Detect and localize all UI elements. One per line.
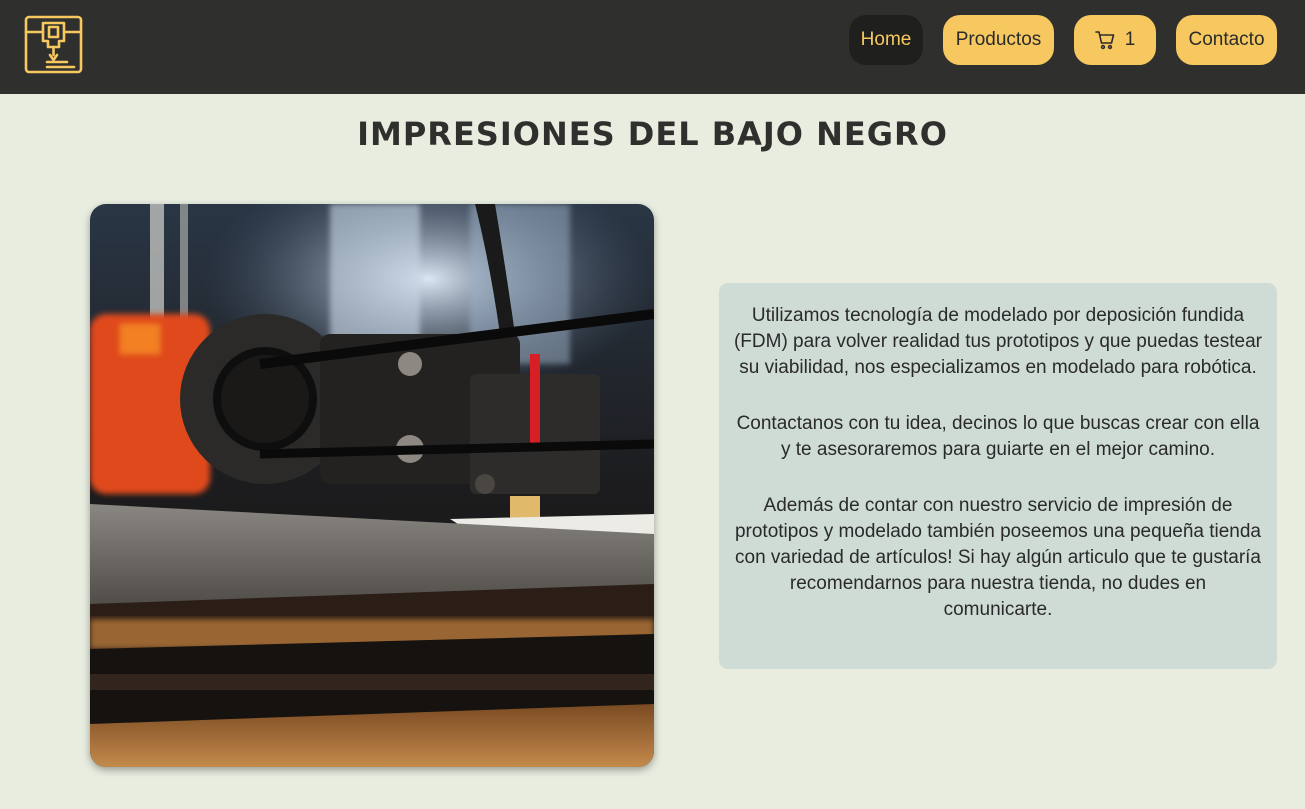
info-paragraph-3: Además de contar con nuestro servicio de…	[734, 495, 1262, 620]
info-box: Utilizamos tecnología de modelado por de…	[719, 283, 1277, 669]
3d-printer-photo	[90, 204, 654, 767]
cart-icon	[1094, 30, 1115, 50]
nav-contacto-label: Contacto	[1188, 29, 1265, 50]
cart-count: 1	[1124, 29, 1136, 50]
nav-contacto-button[interactable]: Contacto	[1176, 15, 1277, 65]
page-title: Impresiones del bajo negro	[357, 115, 948, 153]
printer-logo-icon[interactable]	[24, 15, 83, 74]
nav-home-button[interactable]: Home	[849, 15, 923, 65]
nav-home-label: Home	[860, 29, 912, 50]
info-paragraph-2: Contactanos con tu idea, decinos lo que …	[736, 413, 1260, 460]
nav-productos-label: Productos	[955, 29, 1042, 50]
nav-productos-button[interactable]: Productos	[943, 15, 1054, 65]
info-paragraph-1: Utilizamos tecnología de modelado por de…	[733, 305, 1263, 378]
cart-button[interactable]: 1	[1074, 15, 1156, 65]
navbar: Home Productos 1 Contacto	[0, 0, 1305, 94]
